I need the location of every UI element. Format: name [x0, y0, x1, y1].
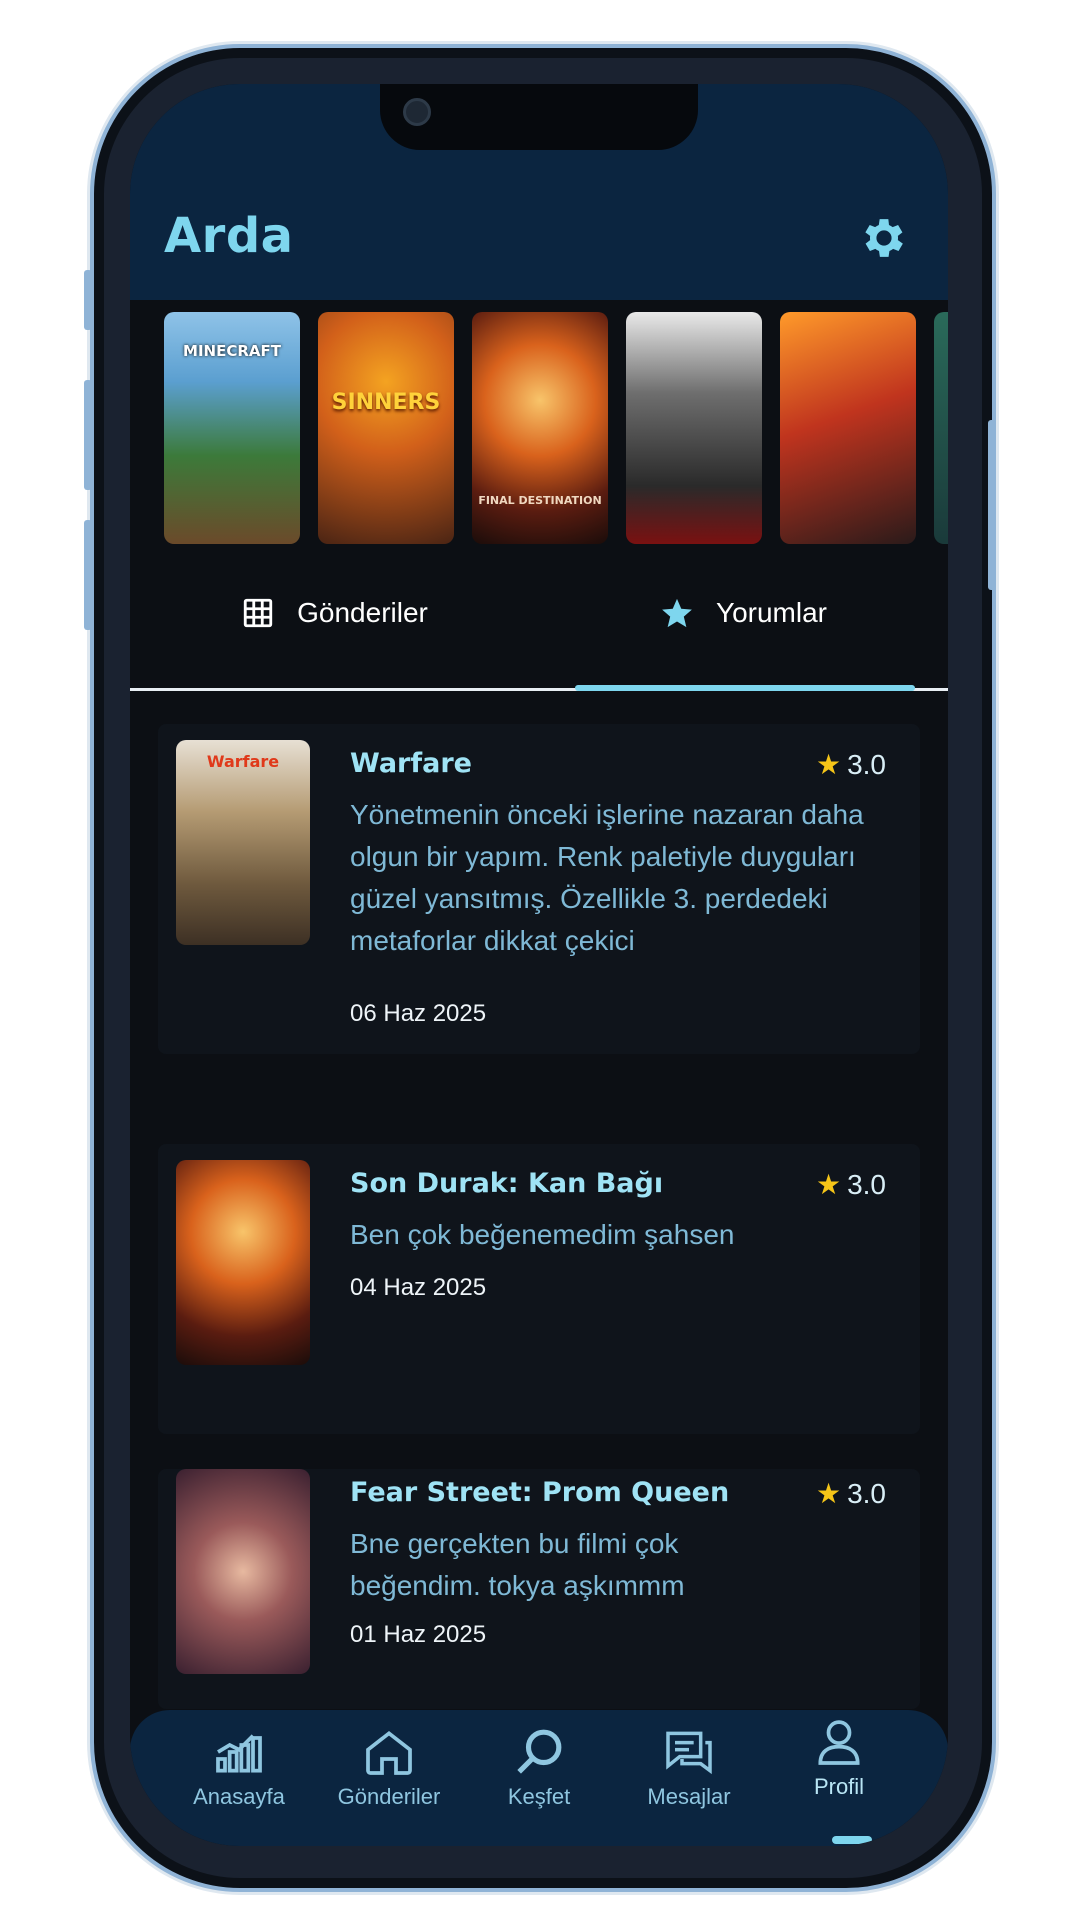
tab-posts-label: Gönderiler [297, 597, 428, 628]
nav-messages[interactable]: Mesajlar [614, 1724, 764, 1810]
nav-profile[interactable]: Profil [764, 1714, 914, 1800]
poster-partial[interactable] [934, 312, 948, 544]
review-text: Bne gerçekten bu filmi çok beğendim. tok… [350, 1528, 685, 1601]
favorites-strip: MINECRAFT SINNERS FINAL DESTINATION [130, 300, 948, 560]
poster-the-man[interactable] [780, 312, 916, 544]
messages-icon [666, 1731, 712, 1775]
review-card[interactable]: Son Durak: Kan Bağı ★ 3.0 Ben çok beğenem… [158, 1144, 920, 1434]
chart-icon [216, 1734, 262, 1773]
nav-active-indicator [832, 1836, 872, 1844]
tab-posts[interactable]: Gönderiler [130, 560, 539, 666]
review-date: 04 Haz 2025 [350, 1274, 487, 1301]
review-card[interactable]: Fear Street: Prom Queen ★ 3.0 Bne gerçekt… [158, 1469, 920, 1709]
review-date: 01 Haz 2025 [350, 1621, 487, 1648]
poster-minecraft[interactable]: MINECRAFT [164, 312, 300, 544]
star-icon: ★ [815, 1169, 842, 1200]
review-date: 06 Haz 2025 [350, 1000, 487, 1027]
review-title[interactable]: Warfare [350, 748, 472, 779]
star-icon: ★ [815, 749, 842, 780]
tab-active-indicator [575, 685, 915, 691]
search-icon [517, 1729, 562, 1774]
tab-reviews-label: Yorumlar [715, 597, 827, 628]
power-button [988, 420, 996, 590]
app-screen: Arda MINECRAFT SINNERS FINAL DESTINATION [130, 84, 948, 1846]
review-title[interactable]: Fear Street: Prom Queen [350, 1477, 729, 1508]
review-rating: ★ 3.0 [815, 1169, 886, 1200]
home-icon [366, 1730, 412, 1775]
gear-icon[interactable] [858, 212, 910, 264]
volume-down-button [84, 520, 92, 630]
grid-icon [243, 598, 273, 628]
nav-explore[interactable]: Keşfet [464, 1724, 614, 1810]
bottom-nav: Anasayfa Gönderiler Keşfet Mesajlar Prof… [130, 1710, 948, 1846]
star-icon: ★ [815, 1478, 842, 1509]
profile-tabs: Gönderiler Yorumlar [130, 560, 948, 670]
review-poster-warfare: Warfare [176, 740, 310, 945]
poster-sinners[interactable]: SINNERS [318, 312, 454, 544]
review-text: Ben çok beğenemedim şahsen [350, 1219, 735, 1250]
review-rating: ★ 3.0 [815, 1478, 886, 1509]
review-card[interactable]: Warfare Warfare ★ 3.0 Yönetmenin önceki i… [158, 724, 920, 1054]
nav-home[interactable]: Anasayfa [164, 1724, 314, 1810]
page-title: Arda [164, 208, 294, 264]
review-poster-fear-street [176, 1469, 310, 1674]
volume-up-button [84, 380, 92, 490]
review-poster-final-destination [176, 1160, 310, 1365]
tab-reviews[interactable]: Yorumlar [539, 560, 948, 666]
review-text: Yönetmenin önceki işlerine nazaran daha … [350, 799, 864, 956]
nav-posts[interactable]: Gönderiler [314, 1724, 464, 1810]
poster-final-destination[interactable]: FINAL DESTINATION [472, 312, 608, 544]
review-rating: ★ 3.0 [815, 749, 886, 780]
review-title[interactable]: Son Durak: Kan Bağı [350, 1168, 663, 1199]
mute-switch [84, 270, 92, 330]
profile-icon [818, 1720, 860, 1765]
star-icon [662, 598, 692, 628]
camera-icon [403, 98, 431, 126]
poster-mission-impossible[interactable] [626, 312, 762, 544]
